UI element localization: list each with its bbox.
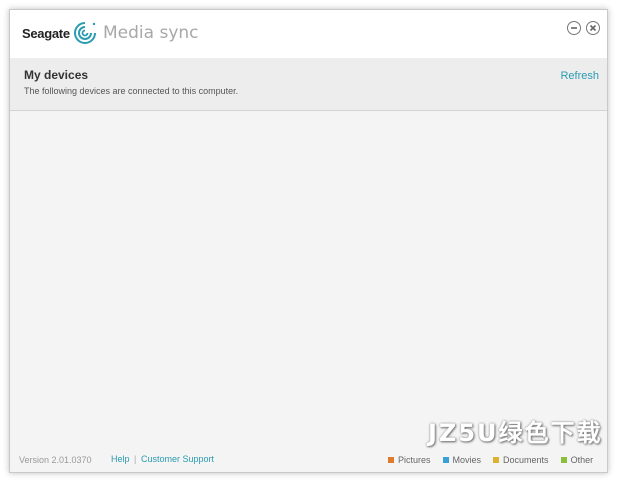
storage-legend: Pictures Movies Documents Other xyxy=(388,455,605,465)
legend-item-movies: Movies xyxy=(442,455,482,465)
legend-item-pictures: Pictures xyxy=(388,455,431,465)
legend-item-other: Other xyxy=(560,455,594,465)
legend-label: Other xyxy=(570,455,594,465)
title-bar: Seagate Media sync xyxy=(10,10,607,58)
device-list-area xyxy=(10,111,607,448)
legend-label: Pictures xyxy=(398,455,431,465)
legend-item-documents: Documents xyxy=(493,455,549,465)
devices-header: My devices The following devices are con… xyxy=(10,58,607,111)
movies-swatch xyxy=(442,457,449,463)
app-window: Seagate Media sync My devices The follow… xyxy=(9,9,608,473)
minimize-button[interactable] xyxy=(567,21,581,35)
footer-separator: | xyxy=(134,454,137,464)
page-title: My devices xyxy=(24,68,89,82)
page-subtitle: The following devices are connected to t… xyxy=(24,86,239,96)
legend-label: Movies xyxy=(452,455,482,465)
pictures-swatch xyxy=(388,457,394,463)
minimize-icon xyxy=(571,27,577,29)
close-icon xyxy=(589,24,597,32)
close-button[interactable] xyxy=(586,21,600,35)
seagate-logo: Seagate xyxy=(22,18,98,48)
footer: Version 2.01.0370 Help | Customer Suppor… xyxy=(10,448,607,472)
customer-support-link[interactable]: Customer Support xyxy=(141,454,214,464)
refresh-link[interactable]: Refresh xyxy=(560,70,599,82)
brand-name: Seagate xyxy=(22,25,70,41)
app-title: Media sync xyxy=(103,23,199,43)
other-swatch xyxy=(560,457,567,463)
seagate-logo-icon xyxy=(73,22,96,44)
documents-swatch xyxy=(493,457,500,463)
help-link[interactable]: Help xyxy=(111,454,130,464)
version-label: Version 2.01.0370 xyxy=(19,455,92,465)
legend-label: Documents xyxy=(503,455,549,465)
watermark: JZ5U绿色下载 xyxy=(428,419,603,447)
